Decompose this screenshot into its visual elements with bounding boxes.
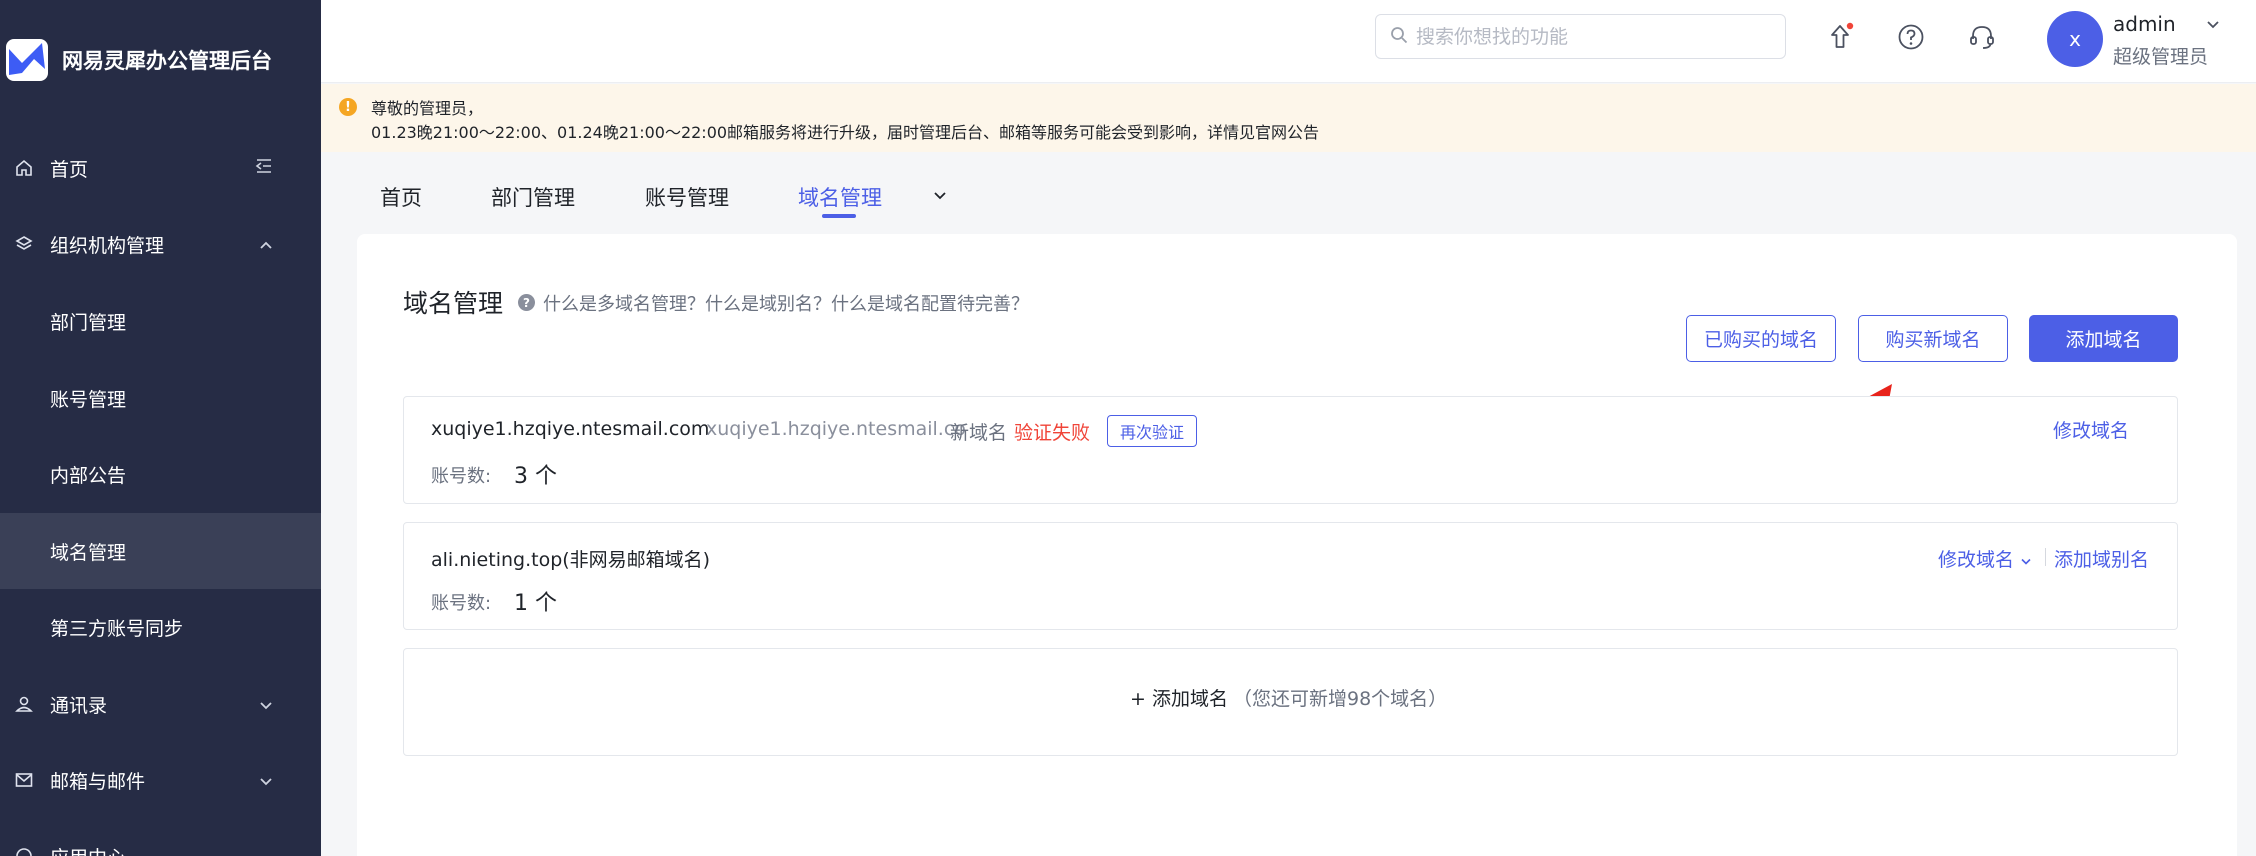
- sidebar-item-label: 内部公告: [50, 464, 127, 487]
- sidebar-item-domains[interactable]: 域名管理: [0, 513, 321, 589]
- buy-new-domain-button[interactable]: 购买新域名: [1858, 315, 2008, 362]
- domain-card: [403, 396, 2178, 504]
- domain-name: xuqiye1.hzqiye.ntesmail.com: [431, 418, 710, 440]
- search-input[interactable]: [1416, 25, 1776, 48]
- active-tab-indicator: [822, 214, 856, 218]
- avatar[interactable]: x: [2047, 11, 2103, 67]
- sidebar-item-departments[interactable]: 部门管理: [0, 283, 321, 359]
- search-icon: [1390, 26, 1408, 48]
- purchased-domains-button[interactable]: 已购买的域名: [1686, 315, 1836, 362]
- tabs-more-chevron-icon[interactable]: [932, 186, 948, 205]
- sidebar-item-org[interactable]: 组织机构管理: [0, 206, 321, 282]
- sidebar-item-label: 应用中心: [50, 843, 126, 856]
- top-bar: x admin 超级管理员: [321, 0, 2256, 83]
- tab-departments[interactable]: 部门管理: [491, 182, 575, 212]
- reverify-button[interactable]: 再次验证: [1107, 415, 1197, 447]
- sidebar-item-label: 第三方账号同步: [50, 617, 184, 640]
- sidebar-item-label: 域名管理: [50, 541, 127, 564]
- edit-domain-dropdown[interactable]: 修改域名: [1938, 545, 2032, 572]
- collapse-menu-icon[interactable]: [255, 158, 273, 179]
- account-count-label: 账号数:: [431, 593, 492, 614]
- sidebar-item-label: 部门管理: [50, 311, 127, 334]
- sidebar-item-label: 邮箱与邮件: [50, 770, 146, 793]
- notice-message: 01.23晚21:00～22:00、01.24晚21:00～22:00邮箱服务将…: [371, 123, 1320, 142]
- tab-home[interactable]: 首页: [380, 182, 422, 212]
- app-logo[interactable]: 网易灵犀办公管理后台: [6, 38, 272, 82]
- edit-domain-link[interactable]: 修改域名: [2053, 416, 2129, 443]
- mail-icon: [14, 770, 34, 790]
- app-name: 网易灵犀办公管理后台: [62, 49, 272, 73]
- action-divider: [2045, 548, 2046, 566]
- upload-arrow-icon: [1831, 22, 1854, 48]
- warning-icon: !: [339, 98, 357, 116]
- help-button[interactable]: [1894, 20, 1928, 54]
- sidebar-item-home[interactable]: 首页: [0, 130, 321, 206]
- add-domain-button[interactable]: 添加域名: [2029, 315, 2178, 362]
- help-link[interactable]: 什么是多域名管理？什么是域别名？什么是域名配置待完善？: [543, 290, 1029, 316]
- verification-status: 验证失败: [1014, 422, 1091, 444]
- headset-icon: [1970, 26, 1994, 49]
- notice-banner: ! 尊敬的管理员， 01.23晚21:00～22:00、01.24晚21:00～…: [321, 84, 2256, 152]
- question-circle-icon: [1898, 24, 1924, 50]
- chevron-up-icon: [259, 234, 273, 255]
- app-icon: [14, 846, 34, 856]
- domain-type: 新域名: [950, 422, 1008, 444]
- help-circle-icon: ?: [518, 294, 535, 311]
- avatar-letter: x: [2069, 27, 2081, 51]
- account-count-label: 账号数:: [431, 466, 492, 487]
- user-name[interactable]: admin: [2113, 12, 2176, 36]
- layers-icon: [14, 234, 34, 254]
- tab-domains[interactable]: 域名管理: [798, 182, 882, 212]
- edit-domain-label: 修改域名: [1938, 549, 2015, 571]
- account-count-value: 1 个: [514, 591, 557, 616]
- sidebar-item-mail[interactable]: 邮箱与邮件: [0, 742, 321, 818]
- tab-bar: 首页 部门管理 账号管理 域名管理: [321, 152, 2256, 232]
- add-domain-link[interactable]: + 添加域名: [1130, 684, 1228, 711]
- support-button[interactable]: [1965, 20, 1999, 54]
- chevron-down-icon: [259, 694, 273, 715]
- page-title: 域名管理: [403, 289, 504, 318]
- sidebar-item-contacts[interactable]: 通讯录: [0, 666, 321, 742]
- logo-icon: [6, 39, 48, 81]
- chevron-down-icon: [2021, 558, 2031, 565]
- sidebar-item-label: 通讯录: [50, 694, 108, 717]
- sidebar-item-label: 账号管理: [50, 388, 127, 411]
- account-count-value: 3 个: [514, 464, 557, 489]
- upgrade-button[interactable]: [1823, 20, 1857, 54]
- domain-card: [403, 522, 2178, 630]
- sidebar-item-label: 组织机构管理: [50, 234, 165, 257]
- remaining-domains-hint: （您还可新增98个域名）: [1233, 688, 1448, 710]
- sidebar-item-announcements[interactable]: 内部公告: [0, 436, 321, 512]
- tab-accounts[interactable]: 账号管理: [645, 182, 729, 212]
- sidebar-item-accounts[interactable]: 账号管理: [0, 360, 321, 436]
- sidebar: 网易灵犀办公管理后台 首页 组织机构管理 部门管理 账号管理 内部公告 域名管理…: [0, 0, 321, 856]
- domain-name: ali.nieting.top(非网易邮箱域名): [431, 549, 711, 571]
- sidebar-item-third-party-sync[interactable]: 第三方账号同步: [0, 589, 321, 665]
- sidebar-item-apps[interactable]: 应用中心: [0, 818, 321, 856]
- domain-alias: xuqiye1.hzqiye.ntesmail.co: [706, 418, 966, 440]
- chevron-down-icon[interactable]: [2206, 14, 2220, 33]
- user-role: 超级管理员: [2113, 46, 2209, 68]
- add-domain-alias-link[interactable]: 添加域别名: [2054, 545, 2149, 572]
- notice-greeting: 尊敬的管理员，: [371, 99, 484, 118]
- sidebar-item-label: 首页: [50, 158, 89, 181]
- chevron-down-icon: [259, 770, 273, 791]
- search-box[interactable]: [1375, 14, 1786, 59]
- user-icon: [14, 694, 34, 714]
- home-icon: [14, 158, 34, 178]
